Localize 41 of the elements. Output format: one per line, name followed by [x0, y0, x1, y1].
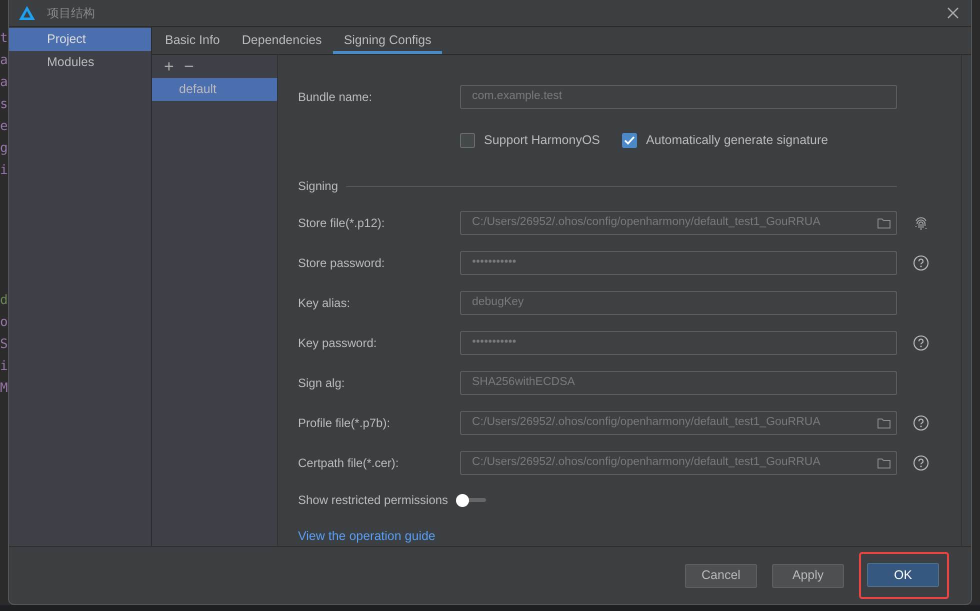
field-label: Bundle name:: [298, 89, 374, 106]
field-label: Certpath file(*.cer):: [298, 455, 400, 472]
code-text: i: [0, 163, 8, 179]
tab[interactable]: Basic Info: [154, 27, 231, 54]
code-text: M: [0, 381, 8, 397]
dialog-button[interactable]: Cancel: [685, 564, 757, 588]
add-button[interactable]: +: [162, 56, 176, 76]
field-label: Store password:: [298, 255, 386, 272]
code-text: g: [0, 141, 8, 157]
remove-button[interactable]: −: [182, 56, 196, 76]
tab[interactable]: Dependencies: [230, 27, 333, 54]
tab[interactable]: Signing Configs: [332, 27, 442, 54]
code-text: o: [0, 315, 8, 331]
app-logo-icon: [19, 6, 35, 20]
toggle-switch[interactable]: [456, 492, 486, 508]
ok-button[interactable]: OK: [867, 563, 939, 587]
checkbox[interactable]: Support HarmonyOS: [460, 130, 600, 150]
field-label: Key alias:: [298, 295, 352, 312]
code-text: S: [0, 337, 8, 353]
checkbox[interactable]: Automatically generate signature: [622, 130, 828, 150]
field-label: Profile file(*.p7b):: [298, 415, 392, 432]
section-title: Signing: [298, 178, 338, 195]
code-text: a: [0, 53, 8, 69]
code-text: e: [0, 119, 8, 135]
guide-link[interactable]: View the operation guide: [298, 526, 436, 546]
sidebar-item[interactable]: Modules: [9, 51, 151, 74]
code-text: a: [0, 75, 8, 91]
field-label: Store file(*.p12):: [298, 215, 386, 232]
config-item[interactable]: default: [152, 78, 277, 101]
code-text: i: [0, 359, 8, 375]
code-text: s: [0, 97, 8, 113]
code-text: t: [0, 31, 8, 47]
field-label: Key password:: [298, 335, 378, 352]
check-icon: [624, 136, 636, 144]
dialog-button[interactable]: Apply: [772, 564, 844, 588]
sidebar-item[interactable]: Project: [9, 28, 151, 51]
window-title: 项目结构: [47, 5, 95, 22]
field-label: Sign alg:: [298, 375, 346, 392]
close-icon[interactable]: [947, 7, 959, 19]
code-text: d: [0, 293, 8, 309]
toggle-label: Show restricted permissions: [298, 492, 448, 509]
